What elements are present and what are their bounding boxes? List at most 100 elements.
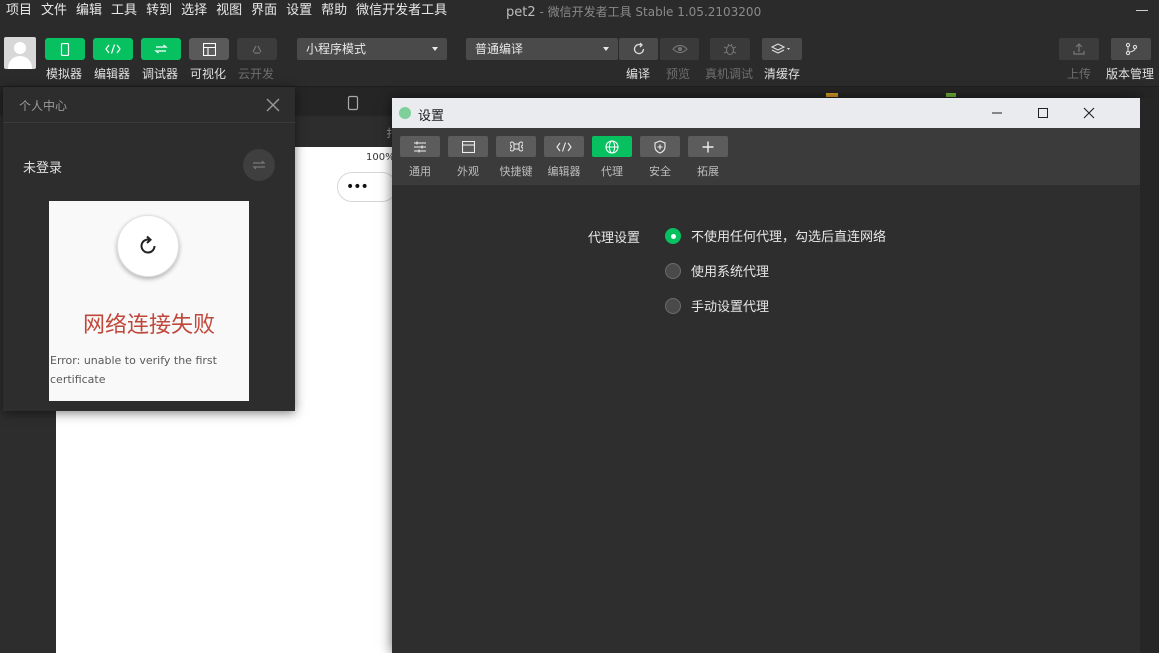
version-label: 版本管理 bbox=[1106, 67, 1155, 81]
menu-file[interactable]: 文件 bbox=[35, 0, 70, 22]
proxy-option-direct[interactable]: 不使用任何代理，勾选后直连网络 bbox=[665, 226, 886, 245]
proxy-option-label: 手动设置代理 bbox=[691, 300, 770, 315]
switch-account-button[interactable] bbox=[243, 149, 275, 181]
error-card: 网络连接失败 Error: unable to verify the first… bbox=[49, 201, 249, 401]
list-icon bbox=[414, 141, 426, 152]
close-icon[interactable] bbox=[265, 97, 281, 113]
code-icon bbox=[556, 141, 572, 152]
eye-icon bbox=[671, 44, 688, 54]
simulator-label: 模拟器 bbox=[46, 67, 83, 81]
minimize-button[interactable] bbox=[989, 105, 1005, 121]
reload-icon bbox=[140, 235, 156, 254]
tab-appearance-label: 外观 bbox=[457, 165, 479, 178]
tab-security[interactable] bbox=[640, 136, 680, 157]
settings-content: 代理设置 不使用任何代理，勾选后直连网络 使用系统代理 手动设置代理 bbox=[392, 185, 1140, 653]
compile-select[interactable]: 普通编译 bbox=[466, 38, 618, 60]
compile-label: 编译 bbox=[626, 67, 651, 81]
project-name: pet2 bbox=[506, 5, 536, 20]
editor-edge bbox=[1140, 98, 1159, 653]
debugger-button[interactable] bbox=[141, 38, 181, 60]
version-button[interactable] bbox=[1111, 38, 1151, 60]
dialog-titlebar: 设置 bbox=[392, 98, 1140, 128]
radio-unselected-icon[interactable] bbox=[665, 262, 681, 279]
bug-icon bbox=[723, 43, 737, 56]
branch-icon bbox=[1125, 42, 1138, 56]
tab-proxy-label: 代理 bbox=[601, 165, 623, 178]
upload-icon bbox=[1073, 43, 1085, 55]
proxy-option-label: 使用系统代理 bbox=[691, 265, 770, 280]
upload-label: 上传 bbox=[1067, 67, 1092, 81]
cloud-button[interactable] bbox=[237, 38, 277, 60]
menu-edit[interactable]: 编辑 bbox=[70, 0, 105, 22]
refresh-icon bbox=[633, 42, 644, 55]
preview-button[interactable] bbox=[660, 38, 699, 60]
app-version: - 微信开发者工具 Stable 1.05.2103200 bbox=[535, 5, 762, 19]
real-debug-label: 真机调试 bbox=[705, 67, 754, 81]
tab-security-label: 安全 bbox=[649, 165, 671, 178]
switch-icon bbox=[252, 160, 266, 170]
radio-unselected-icon[interactable] bbox=[665, 297, 681, 314]
real-debug-button[interactable] bbox=[710, 38, 750, 60]
radio-selected-icon[interactable] bbox=[665, 227, 681, 244]
close-button[interactable] bbox=[1081, 105, 1097, 121]
menu-goto[interactable]: 转到 bbox=[140, 0, 175, 22]
proxy-settings-label: 代理设置 bbox=[588, 231, 641, 246]
tab-proxy[interactable] bbox=[592, 136, 632, 157]
dialog-title: 设置 bbox=[418, 109, 445, 124]
app-logo-icon bbox=[399, 107, 411, 119]
error-message: Error: unable to verify the first certif… bbox=[50, 354, 217, 386]
editor-label: 编辑器 bbox=[94, 67, 131, 81]
preview-label: 预览 bbox=[666, 67, 691, 81]
menu-devtools[interactable]: 微信开发者工具 bbox=[350, 0, 450, 22]
window-title: pet2 - 微信开发者工具 Stable 1.05.2103200 bbox=[506, 3, 761, 20]
more-dots-icon: ••• bbox=[346, 179, 369, 195]
cloud-label: 云开发 bbox=[238, 67, 275, 81]
tab-extensions-label: 拓展 bbox=[697, 165, 719, 178]
minimize-icon[interactable] bbox=[1136, 10, 1148, 11]
menu-view[interactable]: 视图 bbox=[210, 0, 245, 22]
maximize-button[interactable] bbox=[1035, 105, 1051, 121]
layout-icon bbox=[202, 42, 216, 56]
command-icon bbox=[509, 141, 523, 152]
simulator-button[interactable] bbox=[45, 38, 85, 60]
menu-help[interactable]: 帮助 bbox=[315, 0, 350, 22]
visual-button[interactable] bbox=[189, 38, 229, 60]
menu-select[interactable]: 选择 bbox=[175, 0, 210, 22]
proxy-option-system[interactable]: 使用系统代理 bbox=[665, 261, 769, 280]
menu-settings[interactable]: 设置 bbox=[280, 0, 315, 22]
proxy-option-label: 不使用任何代理，勾选后直连网络 bbox=[691, 230, 887, 245]
tab-shortcuts[interactable] bbox=[496, 136, 536, 157]
proxy-option-manual[interactable]: 手动设置代理 bbox=[665, 296, 769, 315]
menu-tools[interactable]: 工具 bbox=[105, 0, 140, 22]
maximize-icon bbox=[1038, 108, 1048, 118]
switch-arrows-icon bbox=[154, 44, 168, 54]
popup-title: 个人中心 bbox=[19, 99, 68, 113]
upload-button[interactable] bbox=[1059, 38, 1099, 60]
menu-interface[interactable]: 界面 bbox=[245, 0, 280, 22]
error-title: 网络连接失败 bbox=[82, 313, 215, 338]
editor-button[interactable] bbox=[93, 38, 133, 60]
toolbar: 模拟器 编辑器 调试器 可视化 云开发 小程序模式 普通编译 编译 预览 真机调… bbox=[0, 22, 1159, 86]
file-tab-marker bbox=[826, 93, 838, 97]
device-icon[interactable] bbox=[347, 95, 359, 111]
mode-select[interactable]: 小程序模式 bbox=[297, 38, 447, 60]
settings-dialog: 设置 通用 外观 快捷键 编辑器 代理 安全 拓展 代理设置 不使用任何代理，勾… bbox=[392, 98, 1140, 653]
settings-tabs: 通用 外观 快捷键 编辑器 代理 安全 拓展 bbox=[392, 128, 1140, 185]
code-icon bbox=[105, 44, 121, 54]
tab-appearance[interactable] bbox=[448, 136, 488, 157]
avatar[interactable] bbox=[4, 37, 36, 69]
layers-icon bbox=[771, 43, 790, 54]
tab-general[interactable] bbox=[400, 136, 440, 157]
clear-cache-button[interactable] bbox=[762, 38, 802, 60]
personal-center-popup: 个人中心 未登录 网络连接失败 Error: unable to verify … bbox=[3, 87, 295, 411]
menu-project[interactable]: 项目 bbox=[0, 0, 35, 22]
tab-editor-label: 编辑器 bbox=[547, 165, 581, 178]
tab-general-label: 通用 bbox=[409, 165, 431, 178]
phone-icon bbox=[60, 42, 70, 56]
tab-extensions[interactable] bbox=[688, 136, 728, 157]
compile-button[interactable] bbox=[619, 38, 658, 60]
visual-label: 可视化 bbox=[190, 67, 227, 81]
reload-button[interactable] bbox=[117, 215, 179, 277]
menu-capsule[interactable]: ••• bbox=[337, 172, 397, 202]
tab-editor[interactable] bbox=[544, 136, 584, 157]
